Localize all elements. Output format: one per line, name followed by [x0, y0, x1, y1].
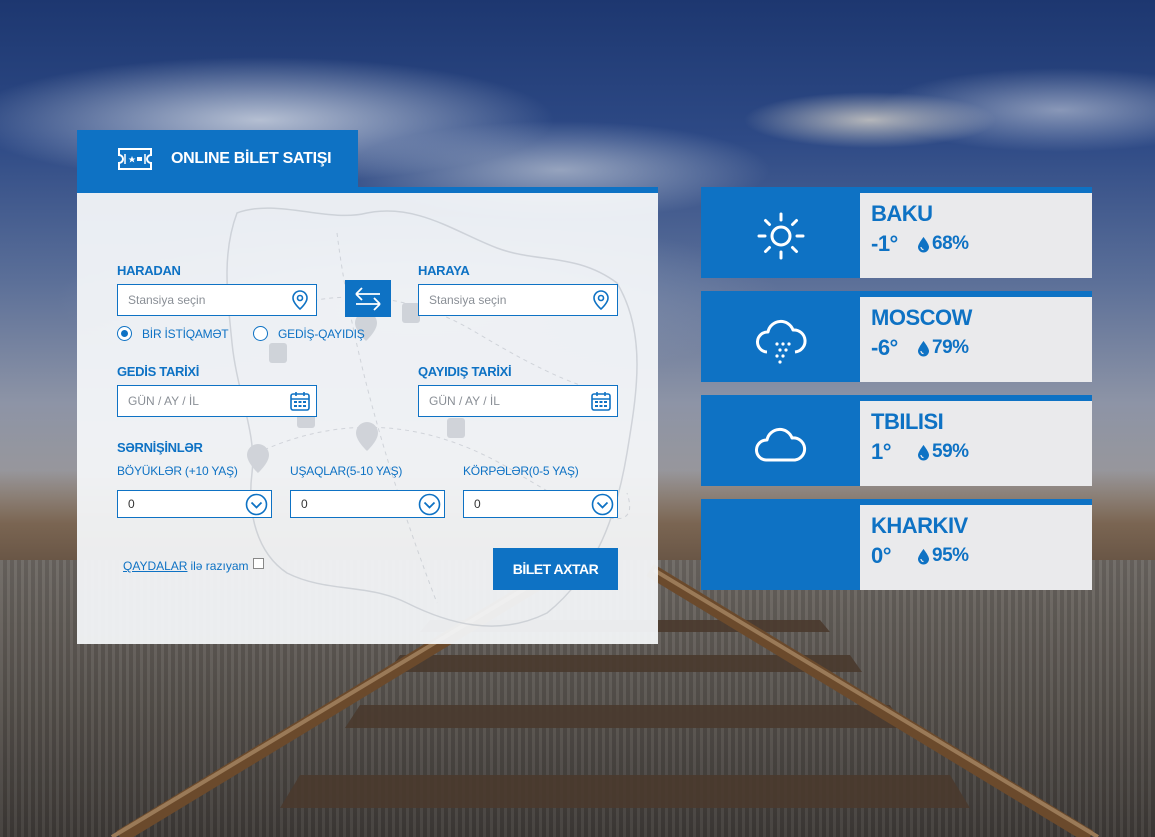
return-date-label: QAYIDIŞ TARİXİ	[418, 364, 512, 379]
calendar-icon	[591, 392, 611, 411]
children-value: 0	[301, 497, 308, 511]
from-input[interactable]	[128, 293, 278, 307]
snow-cloud-icon	[755, 319, 807, 364]
location-pin-icon	[292, 290, 308, 311]
rules-link[interactable]: QAYDALAR	[123, 559, 187, 573]
round-trip-label: GEDİŞ-QAYIDIŞ	[278, 326, 365, 341]
agreement-row: QAYDALAR ilə razıyam	[123, 557, 265, 573]
weather-card-kharkiv: KHARKIV 0° 95%	[701, 499, 1092, 590]
infants-value: 0	[474, 497, 481, 511]
chevron-down-icon	[418, 493, 441, 516]
chevron-down-icon	[245, 493, 268, 516]
swap-stations-button[interactable]	[345, 280, 391, 317]
humidity-value: 68%	[932, 233, 969, 254]
return-date-field[interactable]	[418, 385, 618, 417]
sun-icon	[757, 212, 804, 259]
humidity-value: 59%	[932, 441, 969, 462]
humidity: 79%	[911, 337, 969, 359]
temperature: -1°	[871, 231, 898, 256]
infants-select[interactable]: 0	[463, 490, 618, 518]
chevron-down-icon	[591, 493, 614, 516]
from-field[interactable]	[117, 284, 317, 316]
city-name: MOSCOW	[871, 305, 972, 330]
weather-card-tbilisi: TBILISI 1° 59%	[701, 395, 1092, 486]
weather-info: BAKU -1° 68%	[860, 193, 1092, 278]
radio-circle-checked	[117, 326, 132, 341]
from-label: HARADAN	[117, 263, 181, 278]
location-pin-icon	[593, 290, 609, 311]
city-name: BAKU	[871, 201, 933, 226]
city-name: KHARKIV	[871, 513, 968, 538]
radio-circle-unchecked	[253, 326, 268, 341]
humidity: 59%	[911, 441, 969, 463]
weather-icon-area	[701, 193, 860, 278]
temperature: 1°	[871, 439, 892, 464]
infants-label: KÖRPƏLƏR(0-5 YAŞ)	[463, 464, 579, 478]
departure-date-field[interactable]	[117, 385, 317, 417]
agree-checkbox[interactable]	[253, 557, 265, 569]
temperature: 0°	[871, 543, 892, 568]
departure-date-label: GEDİS TARİXİ	[117, 364, 200, 379]
passengers-label: SƏRNİŞİNLƏR	[117, 440, 203, 455]
city-name: TBILISI	[871, 409, 944, 434]
calendar-icon	[290, 392, 310, 411]
ticket-icon	[118, 148, 152, 170]
humidity: 68%	[911, 233, 969, 255]
temperature: -6°	[871, 335, 898, 360]
weather-info: KHARKIV 0° 95%	[860, 505, 1092, 590]
search-tickets-button[interactable]: BİLET AXTAR	[493, 548, 618, 590]
swap-arrows-icon	[355, 286, 381, 311]
weather-card-moscow: MOSCOW -6° 79%	[701, 291, 1092, 382]
humidity-drop-icon	[918, 236, 929, 252]
return-date-input[interactable]	[429, 394, 579, 408]
booking-panel: HARADAN HARAYA BİR İSTİQAMƏT GEDİŞ-QAYID…	[77, 187, 658, 644]
weather-icon-area	[701, 401, 860, 486]
to-label: HARAYA	[418, 263, 470, 278]
weather-info: TBILISI 1° 59%	[860, 401, 1092, 486]
adults-label: BÖYÜKLƏR (+10 YAŞ)	[117, 464, 238, 478]
humidity-value: 79%	[932, 337, 969, 358]
weather-card-baku: BAKU -1° 68%	[701, 187, 1092, 278]
weather-info: MOSCOW -6° 79%	[860, 297, 1092, 382]
weather-icon-area	[701, 505, 860, 590]
humidity: 95%	[911, 545, 969, 567]
booking-tab[interactable]: ONLINE BİLET SATIŞI	[77, 130, 358, 188]
to-field[interactable]	[418, 284, 618, 316]
children-label: UŞAQLAR(5-10 YAŞ)	[290, 464, 403, 478]
humidity-drop-icon	[918, 548, 929, 564]
agree-text: ilə razıyam	[190, 559, 249, 573]
humidity-drop-icon	[918, 444, 929, 460]
humidity-drop-icon	[918, 340, 929, 356]
humidity-value: 95%	[932, 545, 969, 566]
departure-date-input[interactable]	[128, 394, 278, 408]
weather-icon-area	[701, 297, 860, 382]
cloud-icon	[754, 427, 806, 461]
adults-value: 0	[128, 497, 135, 511]
round-trip-radio[interactable]: GEDİŞ-QAYIDIŞ	[253, 326, 365, 341]
booking-title: ONLINE BİLET SATIŞI	[171, 150, 332, 167]
to-input[interactable]	[429, 293, 579, 307]
one-way-radio[interactable]: BİR İSTİQAMƏT	[117, 326, 229, 341]
one-way-label: BİR İSTİQAMƏT	[142, 326, 229, 341]
adults-select[interactable]: 0	[117, 490, 272, 518]
children-select[interactable]: 0	[290, 490, 445, 518]
